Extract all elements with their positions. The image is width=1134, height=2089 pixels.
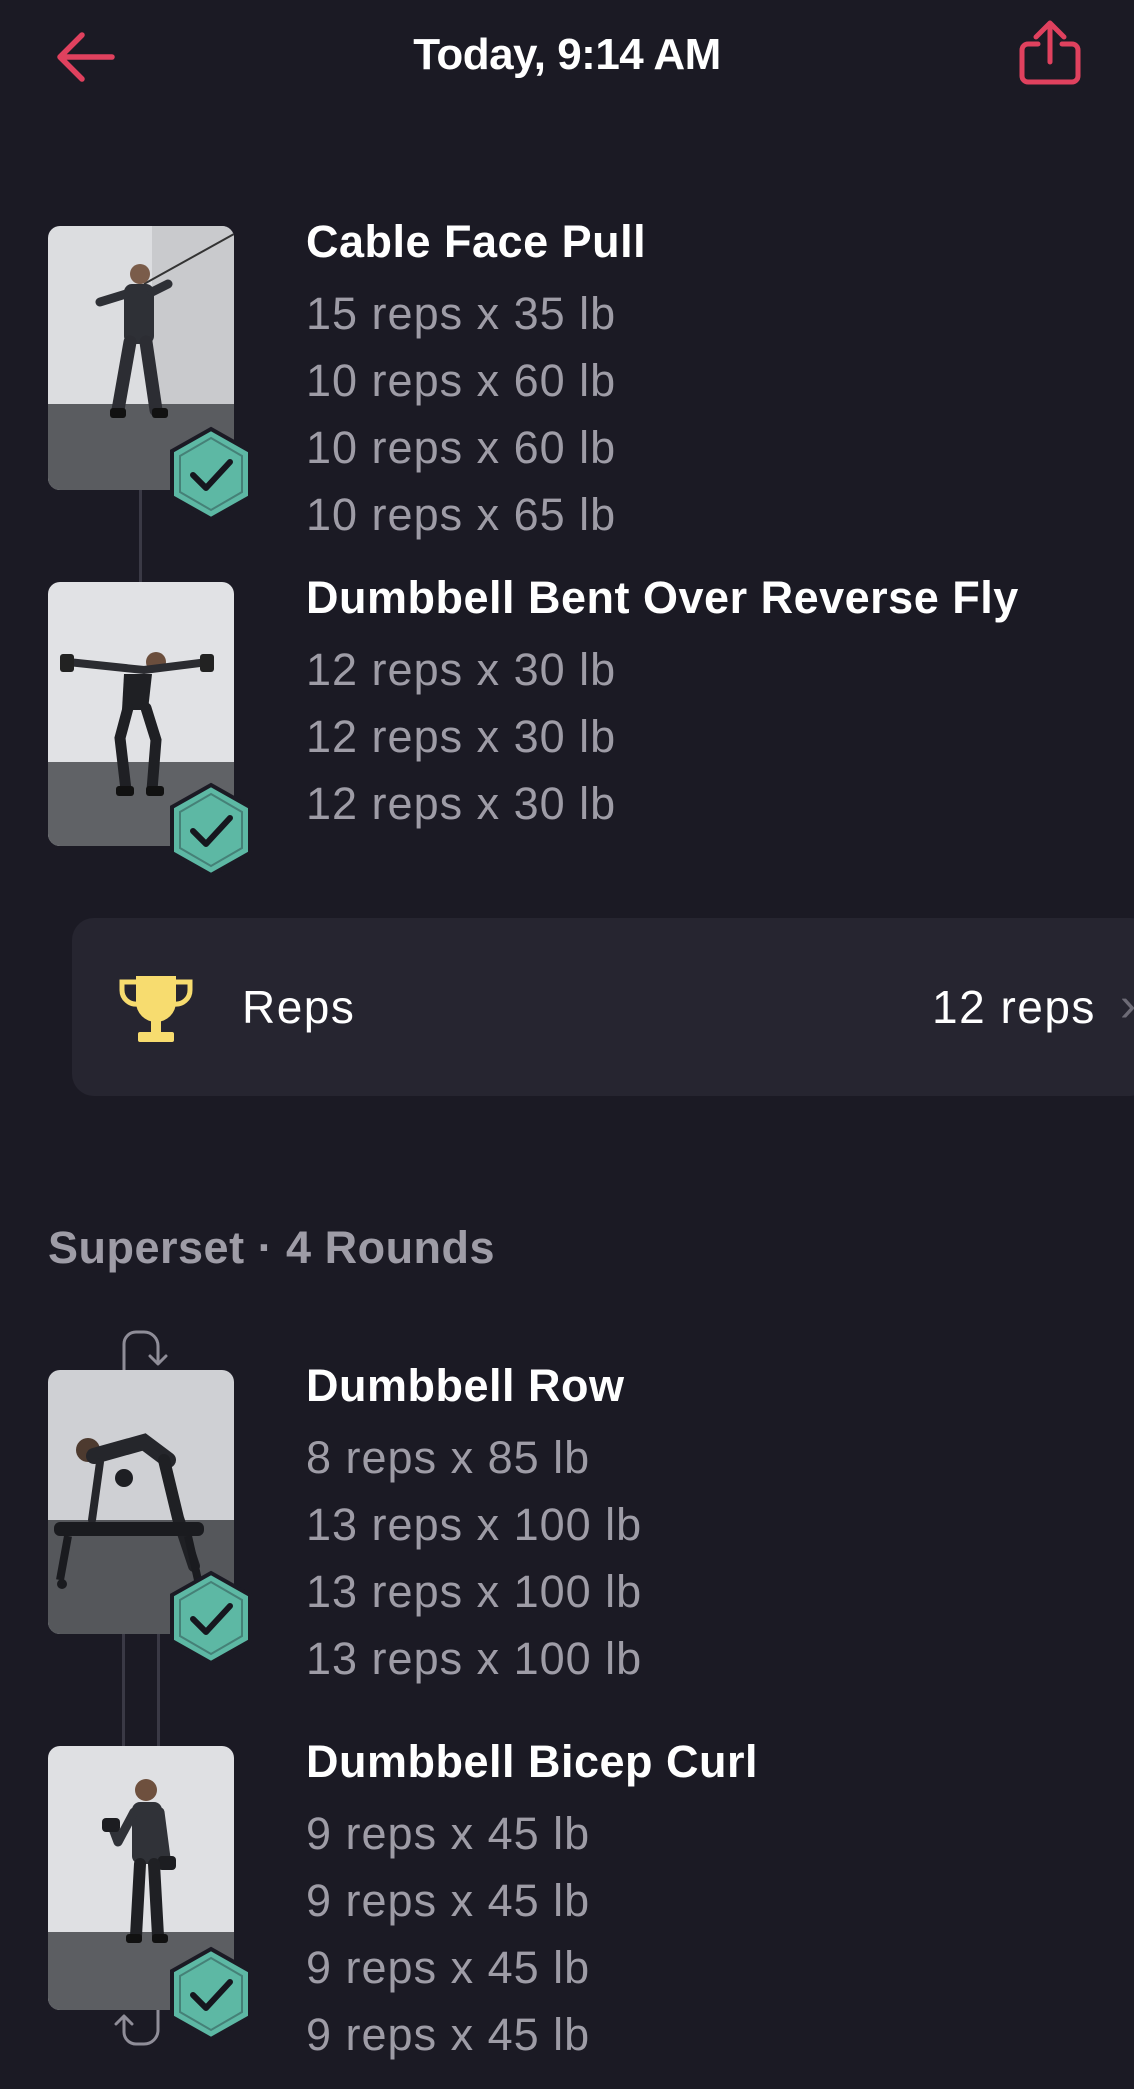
set-line: 9 reps x 45 lb: [306, 1942, 591, 1993]
completed-check-icon: [170, 426, 252, 522]
completed-check-icon: [170, 782, 252, 878]
set-line: 13 reps x 100 lb: [306, 1566, 643, 1617]
exercise-name[interactable]: Dumbbell Bent Over Reverse Fly: [306, 572, 1019, 624]
set-list: 9 reps x 45 lb 9 reps x 45 lb 9 reps x 4…: [306, 1800, 590, 2068]
set-line: 9 reps x 45 lb: [306, 1808, 591, 1859]
set-list: 15 reps x 35 lb 10 reps x 60 lb 10 reps …: [306, 280, 616, 548]
superset-header: Superset · 4 Rounds: [48, 1222, 496, 1273]
set-list: 12 reps x 30 lb 12 reps x 30 lb 12 reps …: [306, 636, 616, 837]
superset-exercise-item: Dumbbell Row 8 reps x 85 lb 13 reps x 10…: [0, 1360, 1134, 1692]
completed-check-icon: [170, 1570, 252, 1666]
exercise-item: Dumbbell Bent Over Reverse Fly 12 reps x…: [0, 572, 1134, 882]
trophy-icon: [119, 976, 193, 1042]
set-list: 8 reps x 85 lb 13 reps x 100 lb 13 reps …: [306, 1424, 642, 1692]
set-line: 9 reps x 45 lb: [306, 2009, 591, 2060]
set-line: 10 reps x 60 lb: [306, 355, 617, 406]
page-title: Today, 9:14 AM: [413, 30, 721, 79]
set-line: 12 reps x 30 lb: [306, 711, 617, 762]
completed-check-icon: [170, 1946, 252, 2042]
exercise-name[interactable]: Dumbbell Bicep Curl: [306, 1736, 758, 1788]
top-bar: Today, 9:14 AM: [0, 0, 1134, 120]
set-line: 10 reps x 60 lb: [306, 422, 617, 473]
set-line: 9 reps x 45 lb: [306, 1875, 591, 1926]
set-line: 10 reps x 65 lb: [306, 489, 617, 540]
set-line: 12 reps x 30 lb: [306, 778, 617, 829]
superset-exercise-item: Dumbbell Bicep Curl 9 reps x 45 lb 9 rep…: [0, 1736, 1134, 2068]
set-line: 13 reps x 100 lb: [306, 1633, 643, 1684]
loop-start-icon: [122, 1330, 168, 1374]
record-value: 12 reps: [932, 981, 1096, 1033]
personal-record-card[interactable]: Reps 12 reps ›: [72, 918, 1134, 1096]
record-label: Reps: [242, 981, 356, 1033]
share-button[interactable]: [1016, 18, 1084, 88]
exercise-item: Cable Face Pull 15 reps x 35 lb 10 reps …: [0, 216, 1134, 548]
set-line: 8 reps x 85 lb: [306, 1432, 591, 1483]
exercise-name[interactable]: Cable Face Pull: [306, 216, 646, 268]
exercise-name[interactable]: Dumbbell Row: [306, 1360, 625, 1412]
share-icon: [1019, 20, 1081, 85]
set-line: 15 reps x 35 lb: [306, 288, 617, 339]
set-line: 13 reps x 100 lb: [306, 1499, 643, 1550]
chevron-right-icon: ›: [1120, 978, 1134, 1033]
set-line: 12 reps x 30 lb: [306, 644, 617, 695]
